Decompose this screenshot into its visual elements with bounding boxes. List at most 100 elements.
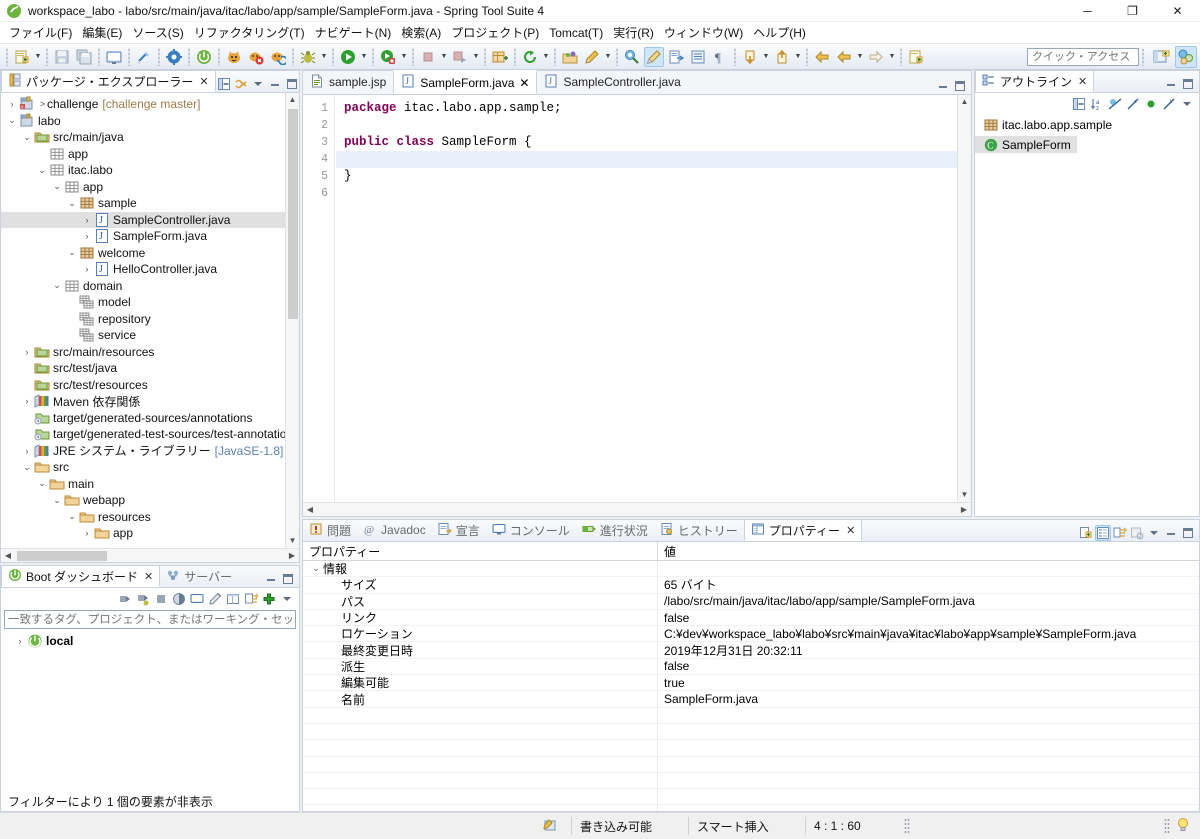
menu-tomcat[interactable]: Tomcat(T): [544, 24, 608, 42]
package-explorer-tree[interactable]: › x > challenge [challenge master] ⌄ labo ⌄ src/…: [1, 93, 299, 542]
tree-item-service[interactable]: service: [1, 327, 299, 344]
open-task-icon[interactable]: [666, 47, 686, 67]
code-line[interactable]: [336, 151, 957, 168]
tree-item-app[interactable]: › app: [1, 525, 299, 542]
chevron-right-icon[interactable]: ›: [80, 231, 94, 241]
tree-item-app[interactable]: ⌄ app: [1, 179, 299, 196]
refresh-icon[interactable]: [520, 47, 540, 67]
scroll-up-icon[interactable]: ▲: [961, 95, 969, 109]
chevron-right-icon[interactable]: ›: [20, 347, 34, 357]
statusbar-trim-grip[interactable]: [1164, 818, 1170, 834]
previous-annotation-icon[interactable]: [772, 47, 792, 67]
tree-item-src-test-resources[interactable]: src/test/resources: [1, 377, 299, 394]
view-menu-icon[interactable]: [250, 76, 266, 92]
chevron-right-icon[interactable]: ›: [13, 636, 27, 646]
code-line[interactable]: }: [336, 168, 957, 185]
relaunch-icon[interactable]: [450, 47, 470, 67]
forward-icon[interactable]: [866, 47, 886, 67]
chevron-down-icon[interactable]: ⌄: [50, 280, 64, 291]
show-advanced-icon[interactable]: [1112, 525, 1128, 541]
package-explorer-vscrollbar[interactable]: ▲ ▼: [285, 93, 299, 548]
back-icon[interactable]: [834, 47, 854, 67]
link-with-editor-icon[interactable]: [233, 76, 249, 92]
editor-vscrollbar[interactable]: ▲ ▼: [957, 95, 971, 502]
chevron-down-icon[interactable]: ⌄: [50, 495, 64, 506]
minimize-icon[interactable]: [267, 76, 283, 92]
minimize-icon[interactable]: [1163, 76, 1179, 92]
maximize-icon[interactable]: [284, 76, 300, 92]
scroll-down-icon[interactable]: ▼: [289, 534, 297, 548]
minimize-icon[interactable]: [1163, 525, 1179, 541]
new-editor-icon[interactable]: [906, 47, 926, 67]
tab-console[interactable]: コンソール: [486, 519, 576, 541]
column-header-property[interactable]: プロパティー: [303, 542, 658, 560]
debug-dropdown-icon[interactable]: ▼: [319, 47, 329, 67]
tree-item-src[interactable]: ⌄ src: [1, 459, 299, 476]
properties-icon[interactable]: [225, 591, 241, 607]
boot-dashboard-filter-input[interactable]: [4, 610, 296, 629]
tab-history[interactable]: ヒストリー: [654, 519, 744, 541]
previous-annotation-dropdown-icon[interactable]: ▼: [793, 47, 803, 67]
tomcat-restart-icon[interactable]: [268, 47, 288, 67]
tree-item-src-main-resources[interactable]: › src/main/resources: [1, 344, 299, 361]
sort-icon[interactable]: az: [1089, 96, 1105, 112]
new-wizard-dropdown-icon[interactable]: ▼: [33, 47, 43, 67]
terminate-dropdown-icon[interactable]: ▼: [439, 47, 449, 67]
tab-javadoc[interactable]: @ Javadoc: [357, 519, 432, 541]
refresh-dropdown-icon[interactable]: ▼: [541, 47, 551, 67]
chevron-down-icon[interactable]: ⌄: [65, 247, 79, 258]
save-icon[interactable]: [52, 47, 72, 67]
tree-item-webapp[interactable]: ⌄ webapp: [1, 492, 299, 509]
scroll-left-icon[interactable]: ◀: [1, 551, 15, 560]
tree-item-app[interactable]: app: [1, 146, 299, 163]
close-icon[interactable]: ✕: [1078, 75, 1087, 88]
edit-icon[interactable]: [207, 591, 223, 607]
close-icon[interactable]: ✕: [846, 524, 855, 537]
open-type-icon[interactable]: [560, 47, 580, 67]
hide-fields-icon[interactable]: [1107, 96, 1123, 112]
scroll-up-icon[interactable]: ▲: [289, 93, 297, 107]
next-annotation-icon[interactable]: [740, 47, 760, 67]
minimize-icon[interactable]: [263, 571, 279, 587]
code-line[interactable]: [336, 117, 957, 134]
chevron-right-icon[interactable]: ›: [80, 528, 94, 538]
chevron-down-icon[interactable]: ⌄: [20, 132, 34, 143]
quick-access-input[interactable]: [1027, 47, 1139, 66]
maximize-icon[interactable]: [1180, 76, 1196, 92]
chevron-down-icon[interactable]: ⌄: [50, 181, 64, 192]
maximize-icon[interactable]: [1180, 525, 1196, 541]
open-console-icon[interactable]: [189, 591, 205, 607]
chevron-down-icon[interactable]: ⌄: [35, 478, 49, 489]
scroll-left-icon[interactable]: ◀: [303, 505, 317, 514]
statusbar-resize-grip[interactable]: [904, 818, 910, 834]
properties-row[interactable]: 編集可能 true: [303, 675, 1199, 692]
chevron-right-icon[interactable]: ›: [20, 446, 34, 456]
code-line[interactable]: public class SampleForm {: [336, 134, 957, 151]
menu-refactor[interactable]: リファクタリング(T): [189, 22, 310, 43]
tree-item-samplecontroller-java[interactable]: › J SampleController.java: [1, 211, 299, 228]
close-icon[interactable]: ✕: [144, 570, 153, 583]
tree-item-target-generated-sources-annotations[interactable]: target/generated-sources/annotations: [1, 410, 299, 427]
tab-declaration[interactable]: 宣言: [432, 519, 486, 541]
minimize-button[interactable]: ─: [1065, 0, 1110, 22]
start-icon[interactable]: [117, 591, 133, 607]
tree-item-src-main-java[interactable]: ⌄ src/main/java: [1, 129, 299, 146]
new-wizard-icon[interactable]: [12, 47, 32, 67]
chevron-right-icon[interactable]: ›: [5, 99, 19, 109]
external-tools-icon[interactable]: [622, 47, 642, 67]
column-header-value[interactable]: 値: [658, 542, 1199, 560]
chevron-down-icon[interactable]: ⌄: [65, 511, 79, 522]
close-button[interactable]: ✕: [1155, 0, 1200, 22]
tree-item-repository[interactable]: repository: [1, 311, 299, 328]
close-icon[interactable]: ✕: [199, 75, 208, 88]
add-icon[interactable]: [261, 591, 277, 607]
search-icon[interactable]: [582, 47, 602, 67]
properties-row[interactable]: 最終変更日時 2019年12月31日 20:32:11: [303, 642, 1199, 659]
scroll-right-icon[interactable]: ▶: [957, 505, 971, 514]
next-annotation-dropdown-icon[interactable]: ▼: [761, 47, 771, 67]
vscroll-thumb[interactable]: [288, 109, 298, 319]
tree-item-target-generated-test-sources-test-annotations[interactable]: target/generated-test-sources/test-annot…: [1, 426, 299, 443]
properties-row[interactable]: リンク false: [303, 609, 1199, 627]
tree-item-main[interactable]: ⌄ main: [1, 476, 299, 493]
tree-item-hellocontroller-java[interactable]: › J HelloController.java: [1, 261, 299, 278]
